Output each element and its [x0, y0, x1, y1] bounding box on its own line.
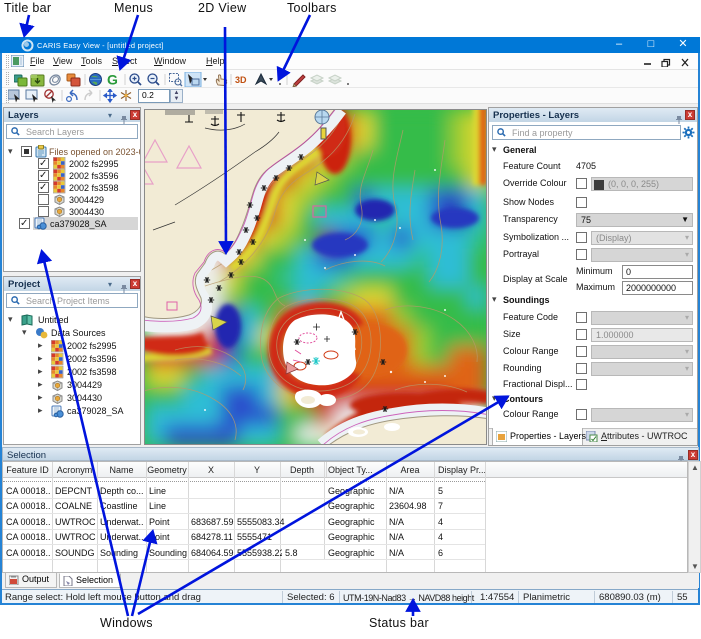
svg-text:G: G: [107, 72, 118, 87]
svg-text:3D: 3D: [235, 75, 247, 85]
